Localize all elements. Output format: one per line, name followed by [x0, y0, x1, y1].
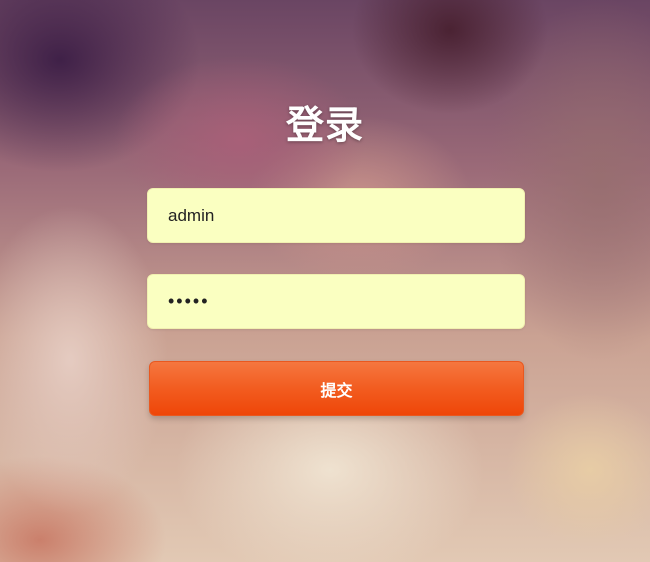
- submit-button[interactable]: 提交: [149, 361, 524, 416]
- password-input[interactable]: •••••: [147, 274, 525, 329]
- username-input[interactable]: [147, 188, 525, 243]
- page-title: 登录: [285, 105, 364, 147]
